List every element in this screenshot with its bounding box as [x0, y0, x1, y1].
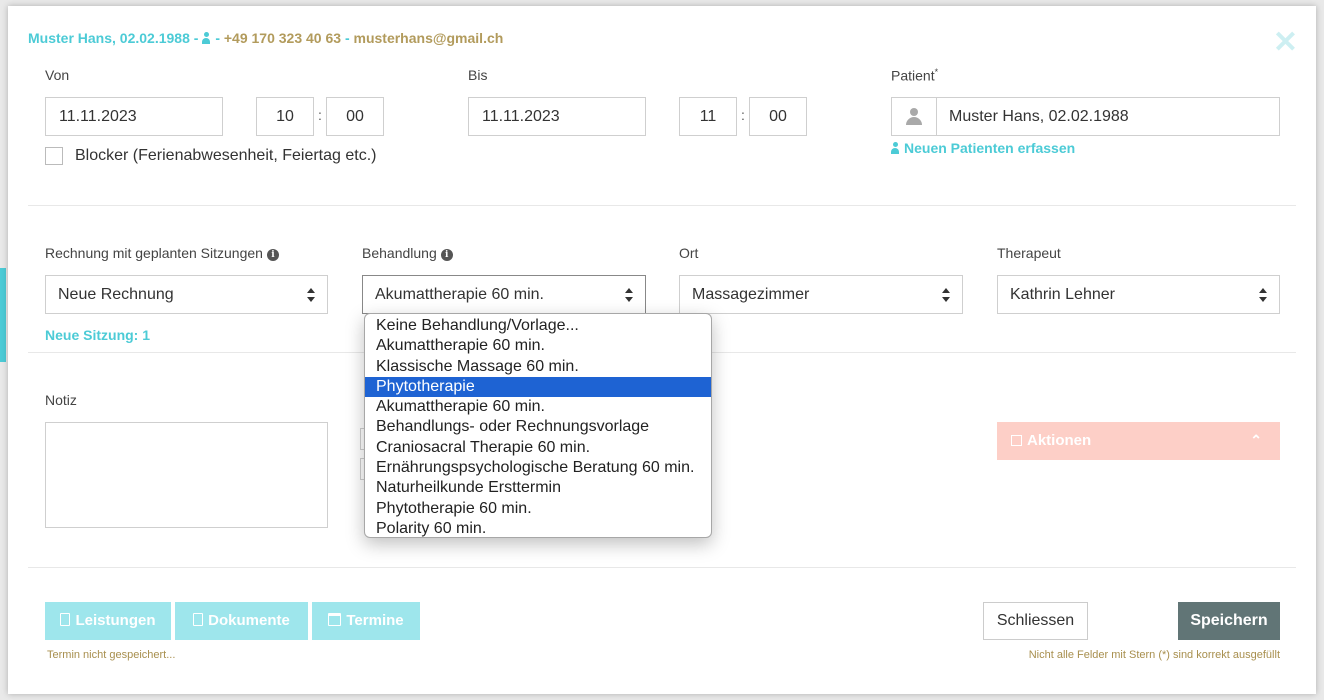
- rechnung-label: Rechnung mit geplanten Sitzungen i: [45, 245, 279, 261]
- patient-label: Patient*: [891, 67, 938, 84]
- file-icon: [60, 613, 71, 626]
- bis-date-input[interactable]: 11.11.2023: [468, 97, 646, 136]
- dropdown-option[interactable]: Klassische Massage 60 min.: [365, 357, 711, 377]
- header-email[interactable]: musterhans@gmail.ch: [354, 30, 504, 46]
- select-arrows-icon: [1259, 287, 1267, 303]
- select-arrows-icon: [625, 287, 633, 303]
- select-arrows-icon: [942, 287, 950, 303]
- von-hour-input[interactable]: 10: [256, 97, 314, 136]
- patient-user-box: [892, 98, 937, 135]
- header-patient-info: Muster Hans, 02.02.1988 -: [28, 30, 199, 46]
- patient-label-text: Patient: [891, 67, 935, 84]
- therapeut-select-value: Kathrin Lehner: [1010, 286, 1115, 303]
- patient-input[interactable]: Muster Hans, 02.02.1988: [891, 97, 1280, 136]
- close-icon[interactable]: ✕: [1273, 28, 1298, 58]
- chevron-up-icon: ⌃: [1250, 432, 1262, 448]
- behandlung-select[interactable]: Akumattherapie 60 min.: [362, 275, 646, 314]
- behandlung-label-text: Behandlung: [362, 245, 437, 261]
- edit-icon: [1011, 435, 1022, 446]
- behandlung-select-value: Akumattherapie 60 min.: [375, 286, 544, 303]
- dropdown-option[interactable]: Behandlungs- oder Rechnungsvorlage: [365, 417, 711, 437]
- von-time-colon: :: [318, 107, 322, 123]
- new-patient-link-text: Neuen Patienten erfassen: [904, 140, 1076, 156]
- header-separator-2: -: [344, 30, 350, 46]
- background-calendar-strip: [0, 268, 6, 362]
- dropdown-option[interactable]: Naturheilkunde Ersttermin: [365, 478, 711, 498]
- aktionen-label: Aktionen: [1027, 432, 1092, 449]
- behandlung-label: Behandlung i: [362, 245, 453, 261]
- von-minute-input[interactable]: 00: [326, 97, 384, 136]
- notiz-textarea[interactable]: [45, 422, 328, 528]
- ort-select[interactable]: Massagezimmer: [679, 275, 963, 314]
- dropdown-option[interactable]: Ernährungspsychologische Beratung 60 min…: [365, 458, 711, 478]
- save-status-text: Termin nicht gespeichert...: [47, 649, 176, 661]
- von-date-input[interactable]: 11.11.2023: [45, 97, 223, 136]
- termine-label: Termine: [346, 612, 404, 629]
- bis-time-colon: :: [741, 107, 745, 123]
- dropdown-option[interactable]: Akumattherapie 60 min.: [365, 336, 711, 356]
- divider-1: [28, 205, 1296, 206]
- dokumente-button[interactable]: Dokumente: [175, 602, 308, 640]
- required-mark: *: [934, 67, 939, 77]
- patient-value: Muster Hans, 02.02.1988: [949, 108, 1129, 125]
- select-arrows-icon: [307, 287, 315, 303]
- bis-label: Bis: [468, 67, 488, 83]
- leistungen-button[interactable]: Leistungen: [45, 602, 171, 640]
- dropdown-option[interactable]: Craniosacral Therapie 60 min.: [365, 438, 711, 458]
- info-icon[interactable]: i: [440, 249, 453, 261]
- header-phone[interactable]: +49 170 323 40 63: [224, 30, 341, 46]
- dialog-header: Muster Hans, 02.02.1988 - - +49 170 323 …: [28, 30, 503, 46]
- blocker-checkbox[interactable]: [45, 147, 63, 165]
- person-add-icon: [891, 142, 899, 154]
- user-icon: [906, 108, 922, 125]
- dokumente-label: Dokumente: [208, 612, 290, 629]
- notiz-label: Notiz: [45, 392, 77, 408]
- blocker-label: Blocker (Ferienabwesenheit, Feiertag etc…: [75, 147, 377, 164]
- dropdown-option[interactable]: Akumattherapie 60 min.: [365, 397, 711, 417]
- rechnung-label-text: Rechnung mit geplanten Sitzungen: [45, 245, 263, 261]
- calendar-check-icon: [328, 613, 342, 626]
- dropdown-option[interactable]: Phytotherapie 60 min.: [365, 499, 711, 519]
- info-icon[interactable]: i: [266, 249, 279, 261]
- validation-message: Nicht alle Felder mit Stern (*) sind kor…: [1028, 649, 1280, 661]
- new-session-text: Neue Sitzung: 1: [45, 327, 151, 343]
- dropdown-option[interactable]: Phytotherapie: [365, 376, 711, 398]
- appointment-dialog: Muster Hans, 02.02.1988 - - +49 170 323 …: [8, 6, 1316, 694]
- header-separator: -: [215, 30, 220, 46]
- aktionen-button[interactable]: Aktionen ⌃: [997, 422, 1280, 460]
- therapeut-select[interactable]: Kathrin Lehner: [997, 275, 1280, 314]
- speichern-button[interactable]: Speichern: [1178, 602, 1280, 640]
- ort-label: Ort: [679, 245, 699, 261]
- document-icon: [193, 613, 204, 626]
- person-icon: [202, 32, 211, 44]
- dropdown-option[interactable]: Polarity 60 min.: [365, 519, 711, 537]
- new-patient-link[interactable]: Neuen Patienten erfassen: [891, 140, 1075, 156]
- rechnung-select[interactable]: Neue Rechnung: [45, 275, 328, 314]
- dropdown-option[interactable]: Keine Behandlung/Vorlage...: [365, 316, 711, 336]
- behandlung-dropdown-list[interactable]: Keine Behandlung/Vorlage... Akumattherapi…: [364, 313, 712, 538]
- bis-hour-input[interactable]: 11: [679, 97, 737, 136]
- termine-button[interactable]: Termine: [312, 602, 420, 640]
- von-label: Von: [45, 67, 70, 83]
- leistungen-label: Leistungen: [75, 612, 156, 629]
- therapeut-label: Therapeut: [997, 245, 1061, 261]
- schliessen-button[interactable]: Schliessen: [983, 602, 1088, 640]
- bis-minute-input[interactable]: 00: [749, 97, 807, 136]
- divider-3: [28, 567, 1296, 568]
- ort-select-value: Massagezimmer: [692, 286, 810, 303]
- rechnung-select-value: Neue Rechnung: [58, 286, 174, 303]
